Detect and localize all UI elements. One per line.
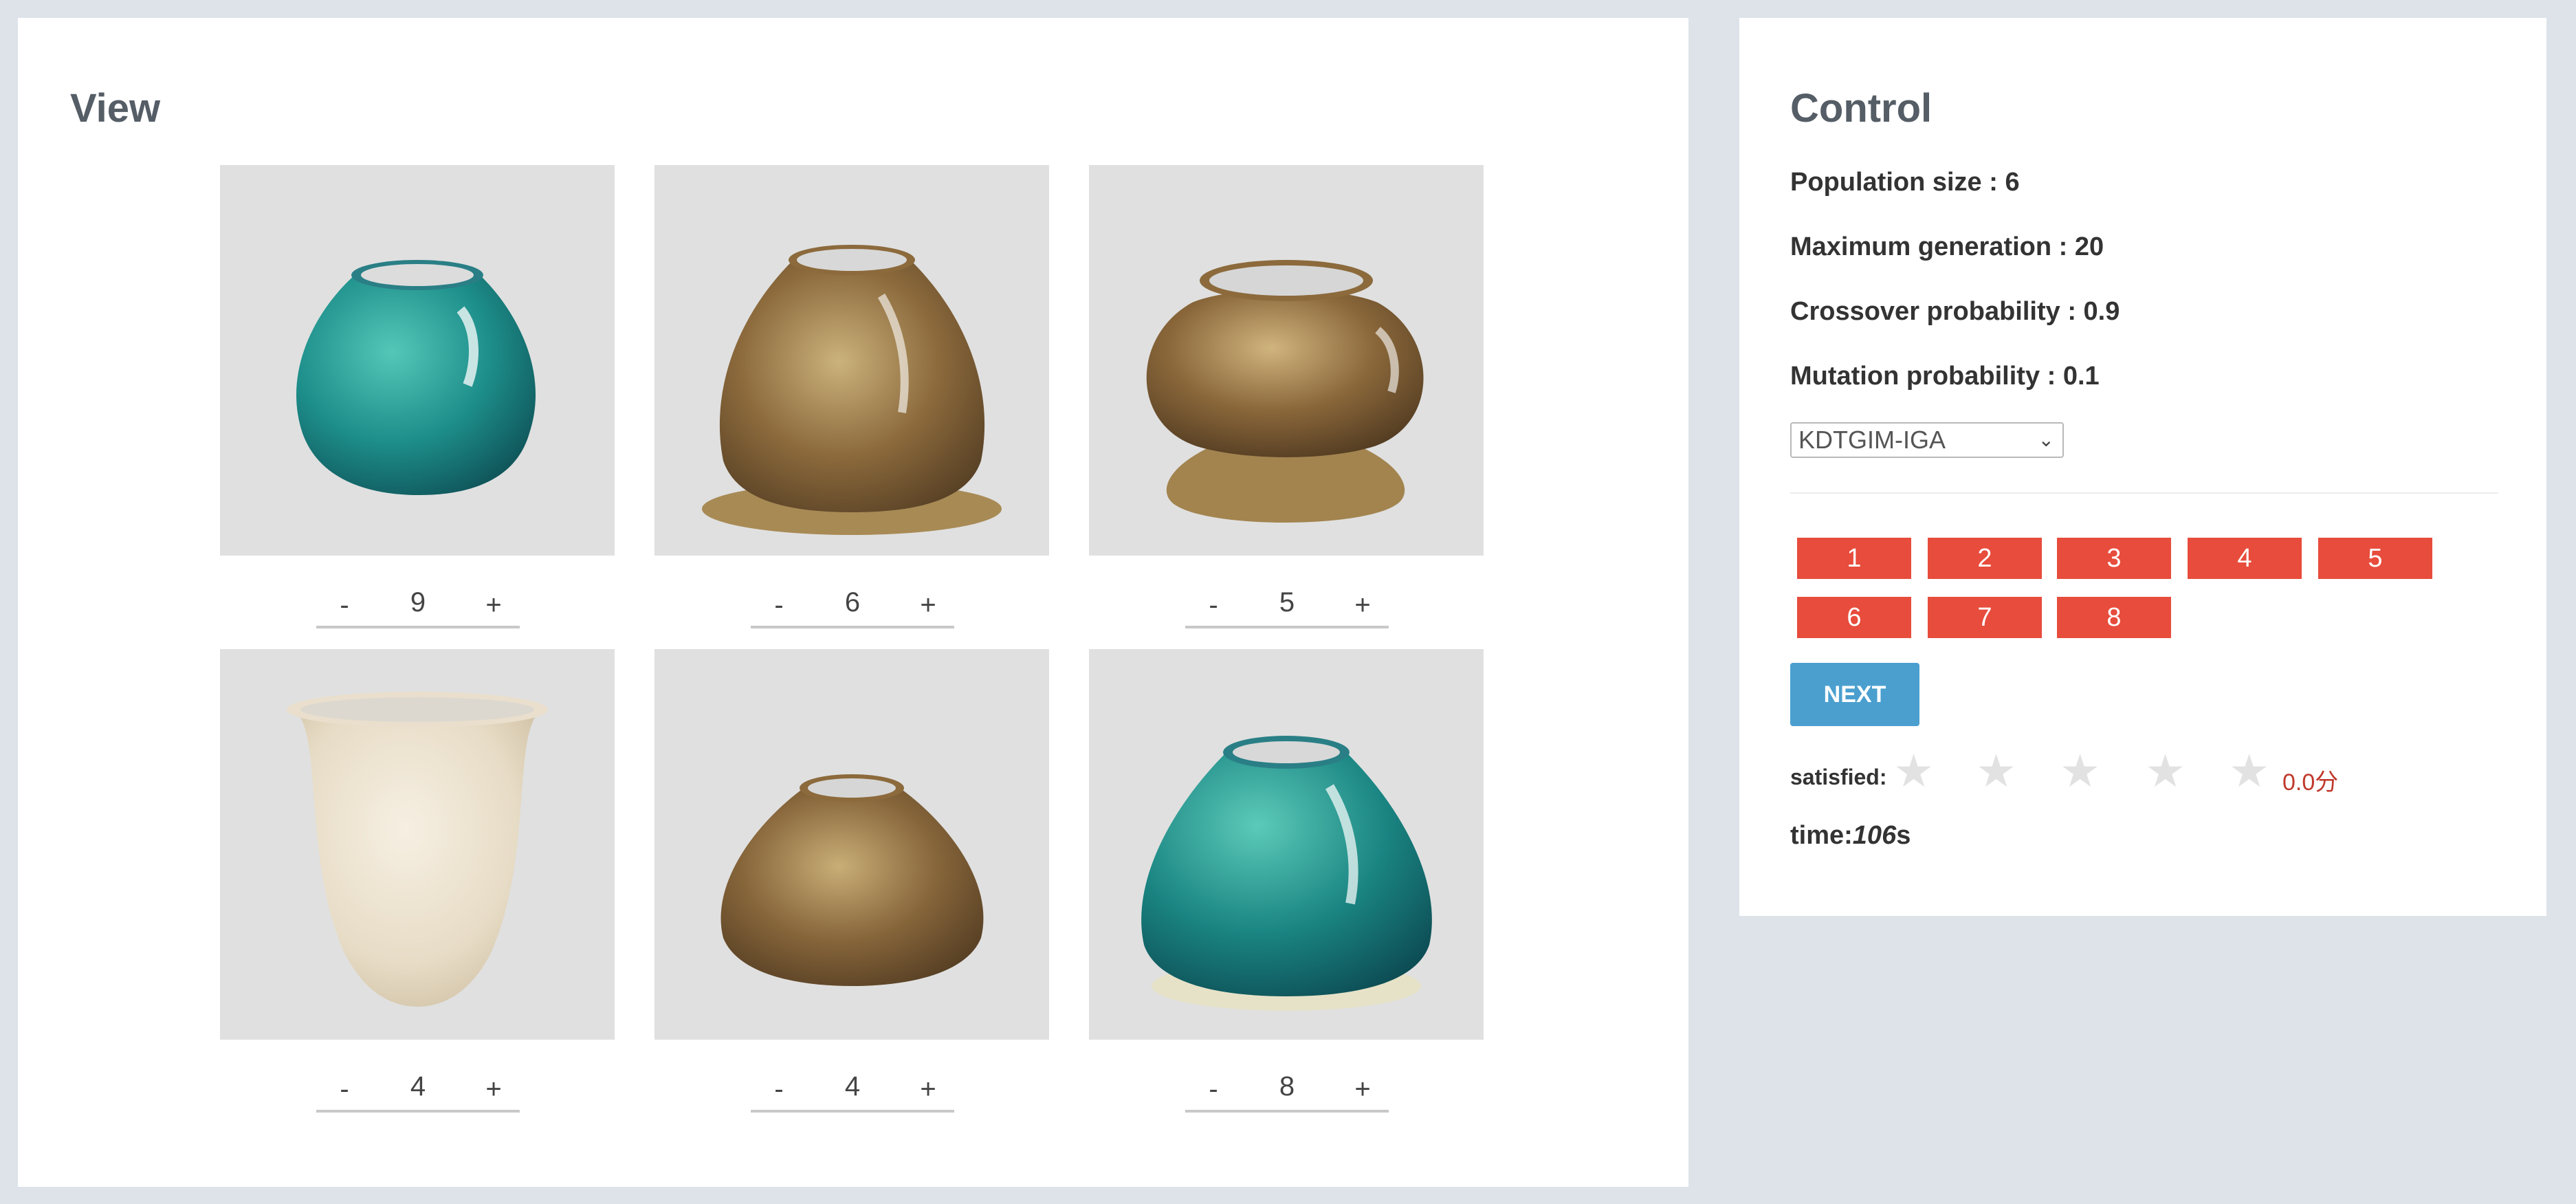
- time-value: 106: [1852, 821, 1897, 850]
- satisfied-label: satisfied:: [1790, 765, 1887, 789]
- decrement-button-1[interactable]: -: [334, 590, 355, 621]
- score-value-4: 4: [410, 1071, 426, 1102]
- control-panel: Control Population size : 6 Maximum gene…: [1739, 18, 2546, 916]
- next-button[interactable]: NEXT: [1790, 663, 1919, 726]
- algorithm-select-value: KDTGIM-IGA: [1798, 426, 1946, 454]
- vase-image-3[interactable]: [1089, 165, 1484, 556]
- control-title: Control: [1790, 86, 1933, 131]
- decrement-button-4[interactable]: -: [334, 1074, 355, 1105]
- vase-brown-bell-icon: [702, 245, 1002, 535]
- time-row: time:106s: [1790, 821, 1911, 851]
- score-stepper-6: - 8 +: [1185, 1071, 1389, 1113]
- increment-button-1[interactable]: +: [480, 590, 507, 621]
- decrement-button-2[interactable]: -: [769, 590, 789, 621]
- star-icon-4[interactable]: ★: [2145, 748, 2186, 793]
- decrement-button-5[interactable]: -: [769, 1074, 789, 1105]
- divider: [1790, 492, 2498, 494]
- star-icon-2[interactable]: ★: [1976, 748, 2016, 793]
- score-stepper-2: - 6 +: [751, 587, 954, 628]
- increment-button-2[interactable]: +: [914, 590, 942, 621]
- vase-card-1: - 9 +: [220, 165, 615, 628]
- star-icon-1[interactable]: ★: [1893, 748, 1934, 793]
- decrement-button-6[interactable]: -: [1203, 1074, 1224, 1105]
- population-size-text: Population size : 6: [1790, 168, 2020, 197]
- score-value-6: 8: [1279, 1071, 1295, 1102]
- crossover-probability-text: Crossover probability : 0.9: [1790, 297, 2120, 326]
- view-title: View: [70, 86, 161, 131]
- vase-card-3: - 5 +: [1089, 165, 1484, 628]
- score-stepper-1: - 9 +: [316, 587, 520, 628]
- mutation-probability-text: Mutation probability : 0.1: [1790, 362, 2100, 391]
- number-button-7[interactable]: 7: [1928, 597, 2042, 638]
- number-button-5[interactable]: 5: [2318, 538, 2432, 579]
- vase-teal-round-icon: [296, 260, 536, 495]
- chevron-down-icon: ⌄: [2038, 429, 2054, 450]
- star-icon-5[interactable]: ★: [2229, 748, 2269, 793]
- time-label: time:: [1790, 821, 1853, 850]
- vase-image-4[interactable]: [220, 649, 615, 1040]
- number-button-8[interactable]: 8: [2057, 597, 2171, 638]
- satisfaction-score: 0.0分: [2282, 769, 2339, 796]
- vase-card-2: - 6 +: [654, 165, 1049, 628]
- decrement-button-3[interactable]: -: [1203, 590, 1224, 621]
- algorithm-select[interactable]: KDTGIM-IGA ⌄: [1790, 422, 2064, 458]
- vase-image-5[interactable]: [654, 649, 1049, 1040]
- number-button-4[interactable]: 4: [2188, 538, 2302, 579]
- score-value-5: 4: [844, 1071, 861, 1102]
- time-unit: s: [1896, 821, 1911, 850]
- increment-button-3[interactable]: +: [1349, 590, 1376, 621]
- vase-brown-pedestal-icon: [1146, 260, 1424, 523]
- view-panel: View - 9 + - 6 + - 5 + - 4 + - 4 + - 8 +: [18, 18, 1688, 1187]
- vase-brown-small-icon: [720, 774, 984, 986]
- star-icon-3[interactable]: ★: [2060, 748, 2100, 793]
- vase-card-6: - 8 +: [1089, 649, 1484, 1113]
- number-button-1[interactable]: 1: [1797, 538, 1911, 579]
- score-stepper-3: - 5 +: [1185, 587, 1389, 628]
- vase-card-4: - 4 +: [220, 649, 615, 1113]
- number-button-6[interactable]: 6: [1797, 597, 1911, 638]
- vase-image-2[interactable]: [654, 165, 1049, 556]
- score-stepper-5: - 4 +: [751, 1071, 954, 1113]
- vase-image-1[interactable]: [220, 165, 615, 556]
- number-button-2[interactable]: 2: [1928, 538, 2042, 579]
- vase-image-6[interactable]: [1089, 649, 1484, 1040]
- increment-button-6[interactable]: +: [1349, 1074, 1376, 1105]
- score-value-2: 6: [844, 587, 861, 617]
- score-value-1: 9: [410, 587, 426, 617]
- score-value-3: 5: [1279, 587, 1295, 617]
- increment-button-5[interactable]: +: [914, 1074, 942, 1105]
- increment-button-4[interactable]: +: [480, 1074, 507, 1105]
- vase-cream-cup-icon: [287, 692, 548, 1007]
- score-stepper-4: - 4 +: [316, 1071, 520, 1113]
- vase-card-5: - 4 +: [654, 649, 1049, 1113]
- number-button-3[interactable]: 3: [2057, 538, 2171, 579]
- max-generation-text: Maximum generation : 20: [1790, 232, 2104, 261]
- vase-teal-large-icon: [1141, 736, 1432, 1011]
